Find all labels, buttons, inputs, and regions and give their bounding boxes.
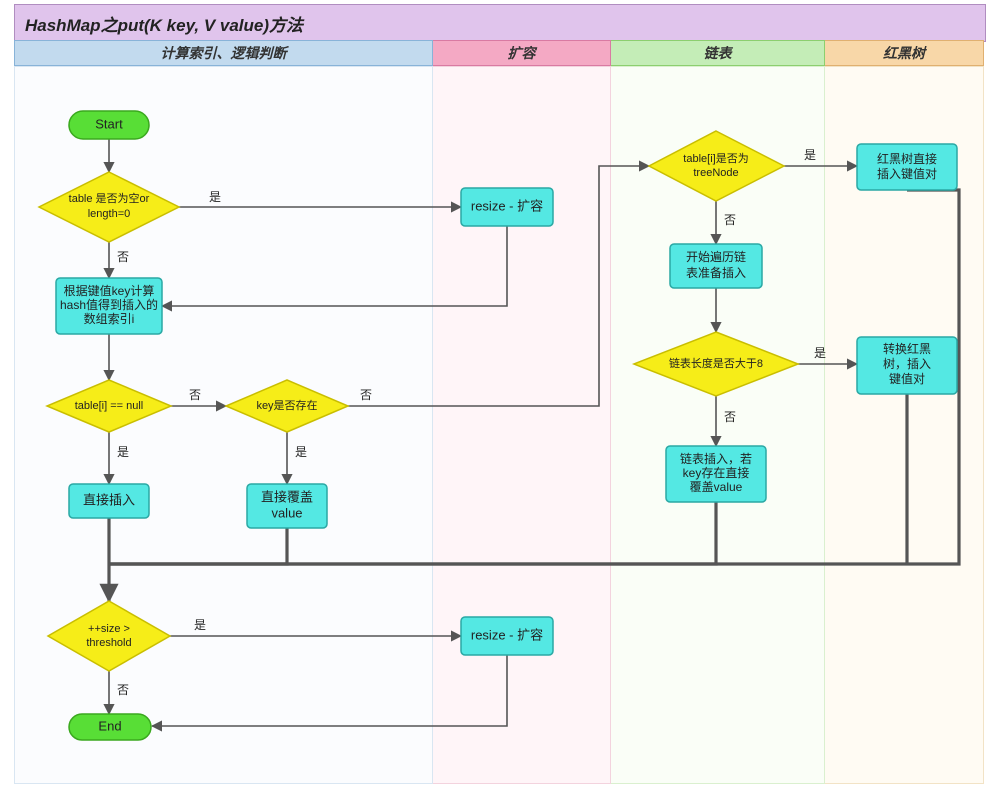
lane-header-rbtree: 红黑树 (825, 40, 984, 66)
edge-label-no: 否 (189, 388, 201, 402)
svg-text:hash值得到插入的: hash值得到插入的 (60, 297, 158, 312)
svg-text:++size >: ++size > (88, 623, 130, 635)
edge-label-no: 否 (724, 213, 736, 227)
svg-text:resize - 扩容: resize - 扩容 (471, 627, 543, 642)
svg-text:树，插入: 树，插入 (883, 356, 931, 371)
svg-text:数组索引i: 数组索引i (84, 311, 135, 326)
end-label: End (98, 718, 121, 733)
edge-label-yes: 是 (209, 190, 221, 204)
edge-label-yes: 是 (295, 445, 307, 459)
diagram-title: HashMap之put(K key, V value)方法 (14, 4, 986, 42)
svg-text:链表插入，若: 链表插入，若 (680, 451, 752, 466)
edge-label-yes: 是 (117, 445, 129, 459)
edge-label-yes: 是 (814, 346, 826, 360)
svg-text:table[i] == null: table[i] == null (75, 400, 144, 412)
edge-label-no: 否 (360, 388, 372, 402)
svg-text:插入键值对: 插入键值对 (877, 166, 937, 181)
swimlane-headers: 计算索引、逻辑判断 扩容 链表 红黑树 (14, 40, 986, 66)
svg-text:key存在直接: key存在直接 (683, 465, 750, 480)
svg-text:红黑树直接: 红黑树直接 (877, 151, 937, 166)
lane-header-index: 计算索引、逻辑判断 (14, 40, 433, 66)
lane-header-linkedlist: 链表 (611, 40, 825, 66)
svg-text:table[i]是否为: table[i]是否为 (683, 152, 748, 165)
svg-text:key是否存在: key是否存在 (256, 398, 317, 412)
svg-text:开始遍历链: 开始遍历链 (686, 249, 746, 264)
svg-text:转换红黑: 转换红黑 (883, 341, 931, 356)
svg-text:treeNode: treeNode (693, 167, 738, 179)
svg-text:resize - 扩容: resize - 扩容 (471, 198, 543, 213)
svg-text:length=0: length=0 (88, 208, 131, 220)
svg-text:链表长度是否大于8: 链表长度是否大于8 (669, 356, 763, 370)
svg-text:直接覆盖: 直接覆盖 (261, 489, 313, 504)
edge-label-no: 否 (117, 683, 129, 697)
svg-text:table 是否为空or: table 是否为空or (69, 191, 150, 205)
svg-text:threshold: threshold (86, 637, 131, 649)
svg-text:直接插入: 直接插入 (83, 492, 135, 507)
svg-text:覆盖value: 覆盖value (690, 480, 743, 494)
flowchart: 是 否 否 是 是 否 是 否 是 否 是 否 Start table 是否为空… (14, 66, 984, 784)
start-label: Start (95, 116, 123, 131)
edge-label-yes: 是 (194, 618, 206, 632)
svg-text:表准备插入: 表准备插入 (686, 266, 746, 280)
svg-text:键值对: 键值对 (889, 371, 925, 386)
title-text: HashMap之put(K key, V value)方法 (25, 11, 303, 36)
svg-text:根据键值key计算: 根据键值key计算 (64, 283, 155, 298)
edge-label-no: 否 (117, 250, 129, 264)
edge-label-yes: 是 (804, 148, 816, 162)
lane-header-resize: 扩容 (433, 40, 611, 66)
svg-text:value: value (271, 505, 302, 520)
edge-label-no: 否 (724, 410, 736, 424)
